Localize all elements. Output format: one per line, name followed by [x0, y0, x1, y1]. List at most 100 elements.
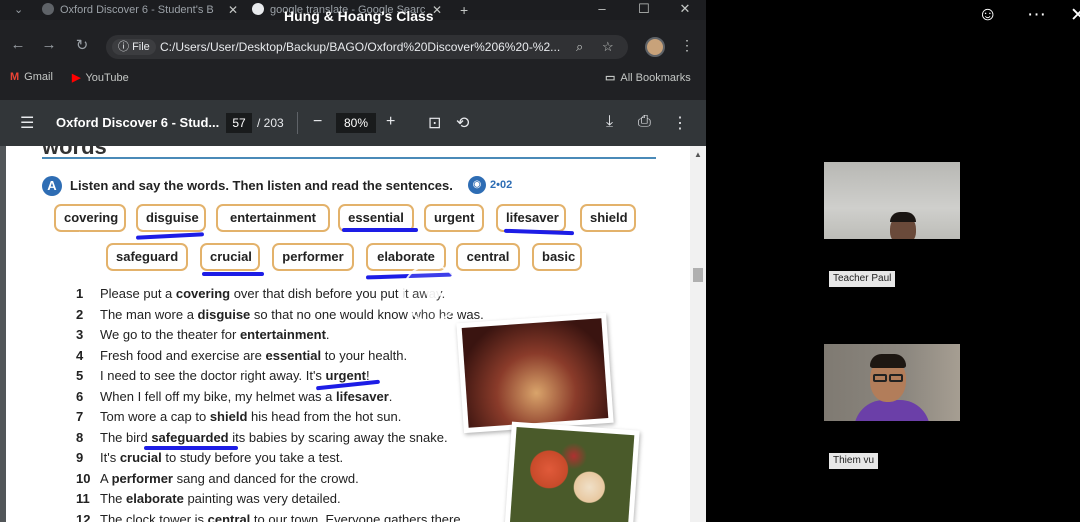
minimize-icon[interactable]: –: [590, 0, 614, 20]
pdf-page: words A Listen and say the words. Then l…: [6, 146, 690, 522]
word-chip: central: [456, 243, 520, 271]
sentence: 9 It's crucial to study before you take a…: [76, 450, 344, 465]
participant-video-teacher[interactable]: [824, 162, 960, 239]
theater-photo: [456, 312, 614, 434]
browser-menu-icon[interactable]: ⋮: [680, 37, 694, 54]
painting-photo: [504, 421, 640, 522]
participant-hair: [890, 212, 916, 222]
more-icon[interactable]: ⋮: [672, 113, 688, 133]
zoom-input[interactable]: 80%: [336, 113, 376, 133]
participant-name: Thiem vu: [829, 453, 879, 469]
folder-icon: ▭: [605, 72, 616, 84]
back-icon[interactable]: ←: [8, 36, 28, 53]
track-number: 2•02: [490, 179, 513, 191]
word-chip: covering: [54, 204, 126, 232]
word-chip: disguise: [136, 204, 206, 232]
instruction: Listen and say the words. Then listen an…: [70, 178, 453, 193]
forward-icon[interactable]: →: [39, 36, 59, 53]
address-bar[interactable]: ⓘ File C:/Users/User/Desktop/Backup/BAGO…: [106, 35, 628, 59]
play-icon: [427, 283, 443, 305]
pen-underline: [144, 446, 238, 450]
sentence: 7 Tom wore a cap to shield his head from …: [76, 409, 402, 424]
download-icon[interactable]: ⤓: [606, 113, 613, 131]
bookmark-label: All Bookmarks: [620, 72, 691, 84]
emoji-reaction-icon[interactable]: ☺: [978, 4, 997, 26]
fit-page-icon[interactable]: ⊡: [428, 113, 441, 133]
glasses-left: [873, 374, 887, 382]
profile-avatar[interactable]: [645, 37, 665, 57]
shared-screen: ⌄ Oxford Discover 6 - Student's B ✕ goog…: [0, 0, 706, 522]
document-title: Oxford Discover 6 - Stud...: [56, 115, 220, 130]
bookmark-youtube[interactable]: ▶ YouTube: [72, 71, 129, 84]
pen-underline: [342, 228, 418, 232]
meeting-window: ⌄ Oxford Discover 6 - Student's B ✕ goog…: [0, 0, 1080, 522]
pdf-scrollbar[interactable]: ▲: [690, 146, 706, 522]
zoom-out-icon[interactable]: −: [313, 113, 322, 131]
word-chip: lifesaver: [496, 204, 566, 232]
site-info-chip[interactable]: ⓘ File: [112, 39, 156, 55]
play-button[interactable]: [402, 264, 460, 322]
all-bookmarks[interactable]: ▭ All Bookmarks: [605, 71, 691, 84]
participant-name: Teacher Paul: [829, 271, 896, 287]
sentence: 3 We go to the theater for entertainment.: [76, 327, 330, 342]
participant-body: [854, 400, 930, 421]
url-text: C:/Users/User/Desktop/Backup/BAGO/Oxford…: [160, 40, 561, 54]
word-chip: urgent: [424, 204, 484, 232]
bookmark-star-icon[interactable]: ☆: [602, 39, 614, 55]
zoom-in-icon[interactable]: +: [386, 113, 395, 131]
theater-image: [461, 318, 609, 428]
participant-video-student[interactable]: [824, 344, 960, 421]
word-chip: shield: [580, 204, 636, 232]
print-icon[interactable]: ⎙: [638, 113, 651, 131]
sentence: 4 Fresh food and exercise are essential t…: [76, 347, 408, 363]
tab-label: Oxford Discover 6 - Student's B: [60, 4, 214, 16]
sentence: 12 The clock tower is central to our town…: [76, 511, 465, 522]
meeting-title: Hung & Hoang's Class: [284, 8, 434, 24]
tab-oxford[interactable]: Oxford Discover 6 - Student's B ✕: [42, 0, 238, 20]
sentence: 6 When I fell off my bike, my helmet was …: [76, 388, 393, 404]
close-panel-icon[interactable]: ✕: [1070, 4, 1080, 27]
heading-rule: [42, 157, 656, 159]
globe-icon: [42, 3, 54, 15]
file-label: File: [132, 41, 150, 53]
bookmark-label: Gmail: [24, 71, 53, 83]
reload-icon[interactable]: ↻: [72, 36, 92, 54]
browser-toolbar: ← → ↻ ⓘ File C:/Users/User/Desktop/Backu…: [0, 32, 706, 62]
pen-underline: [135, 232, 205, 240]
pen-underline: [202, 272, 264, 276]
page-total: / 203: [257, 116, 284, 130]
glasses-right: [889, 374, 903, 382]
sentence: 11 The elaborate painting was very detail…: [76, 491, 341, 506]
more-options-icon[interactable]: ···: [1027, 4, 1046, 26]
tab-search-icon[interactable]: ⌄: [14, 0, 30, 20]
sentence: 10 A performer sang and danced for the cr…: [76, 470, 359, 486]
divider: [297, 112, 298, 134]
page-number-input[interactable]: 57: [226, 113, 252, 133]
google-icon: [252, 3, 264, 15]
word-chip: safeguard: [106, 243, 188, 271]
youtube-icon: ▶: [72, 72, 81, 84]
scroll-thumb[interactable]: [693, 268, 703, 282]
rotate-icon[interactable]: ⟲: [456, 113, 469, 133]
audio-icon: ◉: [468, 176, 486, 194]
zoom-icon[interactable]: ⌕: [576, 39, 583, 55]
exercise-badge: A: [42, 176, 62, 196]
bookmark-label: YouTube: [85, 72, 129, 84]
sentence: 5I need to see the doctor right away. It…: [76, 368, 370, 383]
new-tab-button[interactable]: +: [460, 0, 474, 20]
close-icon[interactable]: ✕: [228, 0, 238, 20]
info-icon: ⓘ: [118, 41, 133, 53]
close-window-icon[interactable]: ✕: [673, 0, 697, 20]
scroll-up-icon[interactable]: ▲: [694, 150, 702, 159]
menu-icon[interactable]: ☰: [20, 113, 34, 133]
word-chip: entertainment: [216, 204, 330, 232]
participant-hair: [870, 354, 906, 368]
pdf-toolbar: ☰ Oxford Discover 6 - Stud... 57 / 203 −…: [0, 100, 706, 146]
flower-painting-image: [509, 427, 635, 522]
bookmarks-bar: M Gmail ▶ YouTube ▭ All Bookmarks: [0, 66, 706, 90]
maximize-icon[interactable]: ☐: [632, 0, 656, 20]
gmail-icon: M: [10, 71, 20, 83]
word-chip: crucial: [200, 243, 260, 271]
bookmark-gmail[interactable]: M Gmail: [10, 71, 53, 83]
word-chip: basic: [532, 243, 582, 271]
